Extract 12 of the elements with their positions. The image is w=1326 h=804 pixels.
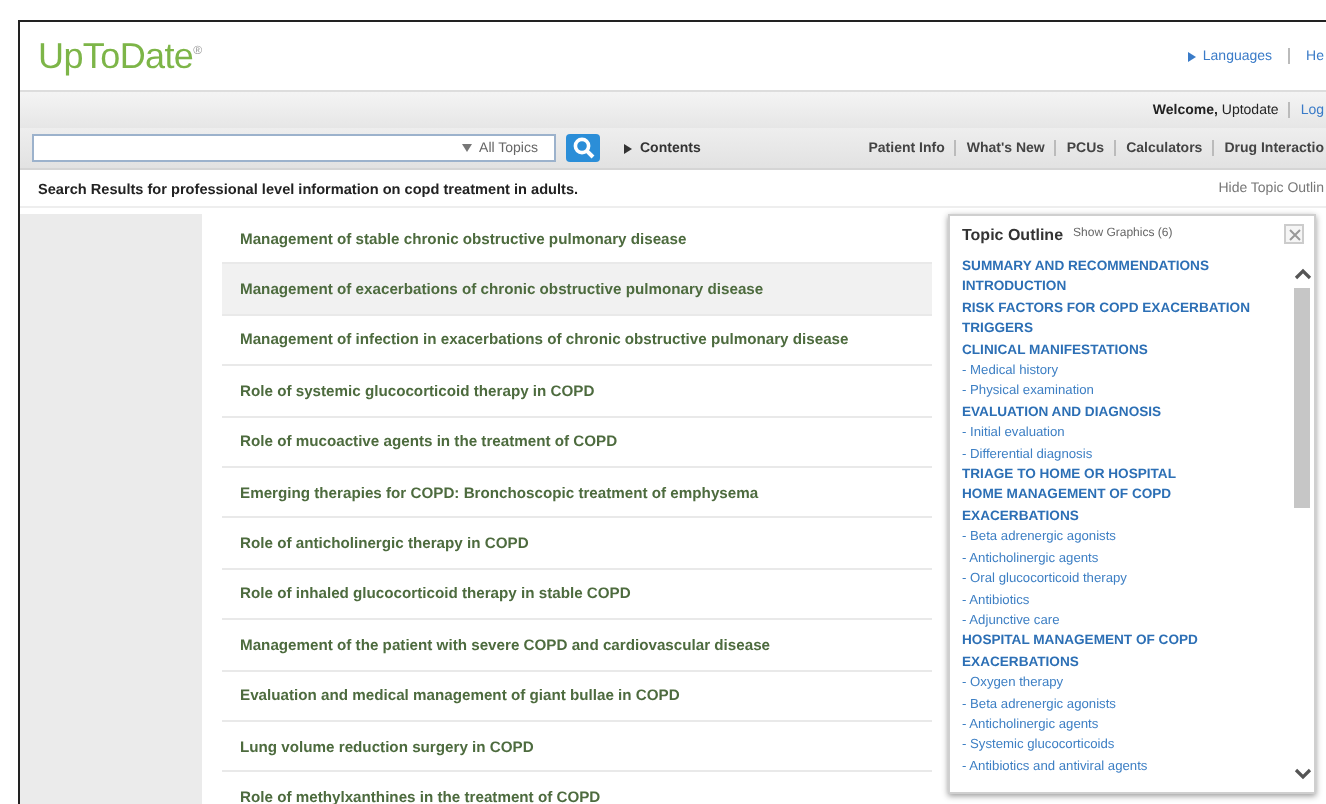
caret-icon [461, 144, 472, 152]
triangle-icon [1188, 51, 1197, 61]
search-button[interactable] [566, 134, 600, 162]
scrollbar-thumb[interactable] [1294, 288, 1310, 508]
close-icon [1287, 227, 1301, 241]
logo[interactable]: UpToDate$^{®}$ [38, 35, 202, 77]
scroll-up-icon[interactable] [1293, 268, 1311, 280]
triangle-icon [624, 143, 632, 153]
scroll-down-icon[interactable] [1293, 768, 1311, 780]
outline-title: Topic Outline [962, 225, 1064, 243]
close-button[interactable] [1284, 224, 1304, 244]
search-icon [571, 136, 595, 160]
